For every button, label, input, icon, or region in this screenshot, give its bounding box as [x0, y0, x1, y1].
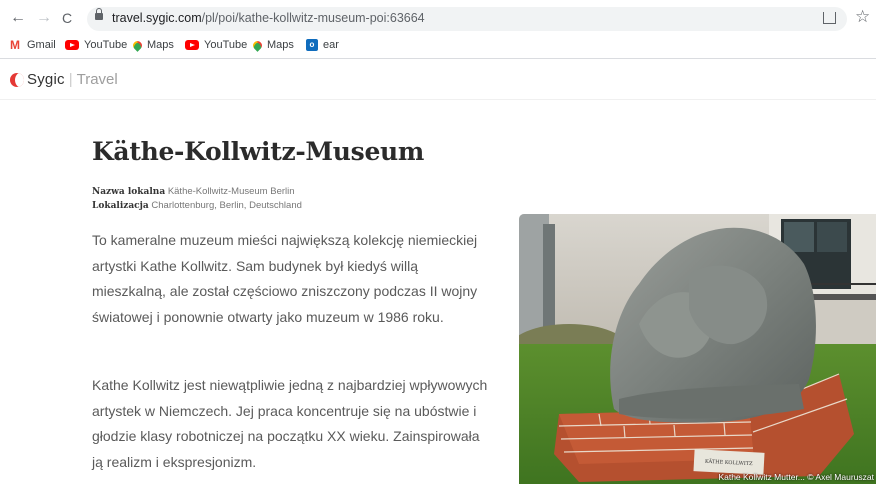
address-bar[interactable]: travel.sygic.com/pl/poi/kathe-kollwitz-m… [87, 7, 847, 31]
local-name-row: Nazwa lokalna Käthe-Kollwitz-Museum Berl… [92, 186, 295, 197]
bookmark-youtube[interactable]: YouTube [65, 39, 127, 51]
description-paragraph-2: Kathe Kollwitz jest niewątpliwie jedną z… [92, 377, 488, 470]
share-icon[interactable] [823, 12, 836, 24]
maps-icon [251, 38, 264, 52]
youtube-icon [185, 40, 199, 50]
bookmarks-bar: Gmail YouTube Maps YouTube Maps oear [0, 36, 876, 59]
location-row: Lokalizacja Charlottenburg, Berlin, Deut… [92, 200, 302, 211]
bookmark-maps-2[interactable]: Maps [251, 38, 294, 52]
bookmark-star-icon[interactable]: ☆ [855, 8, 870, 26]
sculpture-image: KÄTHE KOLLWITZ [519, 214, 876, 484]
browser-toolbar: ← → C travel.sygic.com/pl/poi/kathe-koll… [0, 0, 876, 36]
bookmark-ear[interactable]: o ear [306, 39, 339, 51]
youtube-icon [65, 40, 79, 50]
page-title: Käthe-Kollwitz-Museum [92, 137, 425, 166]
photo-caption: Kathe Kollwitz Mutter... © Axel Maurusza… [718, 472, 874, 482]
url-text[interactable]: travel.sygic.com/pl/poi/kathe-kollwitz-m… [112, 11, 425, 25]
reload-icon[interactable]: C [62, 9, 72, 27]
maps-icon [131, 38, 144, 52]
sygic-logo-icon [10, 72, 24, 87]
bookmark-gmail[interactable]: Gmail [10, 38, 56, 52]
gmail-icon [10, 38, 22, 52]
site-header: Sygic | Travel [0, 59, 876, 100]
back-icon[interactable]: ← [10, 9, 26, 27]
description-paragraph-1: To kameralne muzeum mieści największą ko… [92, 232, 478, 325]
sygic-travel-logo[interactable]: Sygic | Travel [10, 71, 118, 88]
lock-icon[interactable] [95, 8, 103, 20]
poi-photo[interactable]: KÄTHE KOLLWITZ Kathe Kollwitz Mutter... … [519, 214, 876, 484]
forward-icon[interactable]: → [36, 9, 52, 27]
bookmark-maps[interactable]: Maps [131, 38, 174, 52]
bookmark-youtube-2[interactable]: YouTube [185, 39, 247, 51]
outlook-icon: o [306, 39, 318, 51]
